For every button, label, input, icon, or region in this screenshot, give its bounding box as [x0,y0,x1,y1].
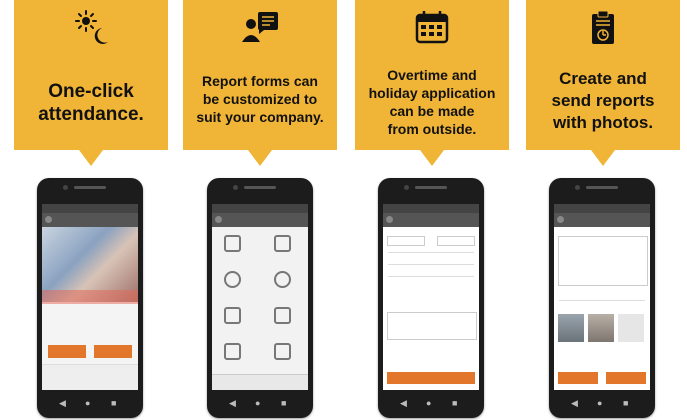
home-icon[interactable]: ● [426,398,431,408]
start-date-input[interactable] [387,236,425,246]
back-arrow-icon[interactable] [386,216,393,223]
search-icon [224,271,241,288]
menu-tile[interactable] [268,232,298,266]
bottom-tab-bar [42,364,138,390]
status-bar [383,204,479,213]
feature-overtime: Overtime and holiday application can be … [355,0,509,168]
android-nav-bar: ◀ ● ■ [549,390,655,418]
phone-attendance: ◀ ● ■ [37,178,143,418]
speaker-grille [244,186,276,189]
status-bar [212,204,308,213]
menu-tile[interactable] [218,232,248,266]
speaker-grille [74,186,106,189]
divider [388,276,474,277]
recent-apps-icon[interactable]: ■ [452,398,457,408]
back-icon[interactable]: ◀ [229,398,236,408]
photo-thumbnail[interactable] [558,314,584,342]
feature-report-forms: Report forms can be customized to suit y… [183,0,337,168]
phone-screen [42,204,138,390]
callout-box: Create and send reports with photos. [526,0,680,150]
submit-button[interactable] [387,372,475,384]
phone-overtime-form: ◀ ● ■ [378,178,484,418]
speaker-grille [586,186,618,189]
menu-tile[interactable] [268,304,298,338]
report-chat-icon [242,12,278,42]
menu-tile[interactable] [268,340,298,374]
clock-in-button[interactable] [48,345,86,358]
calendar-icon [274,235,291,252]
speaker-grille [415,186,447,189]
status-bar [42,204,138,213]
callout-pointer [420,150,444,166]
feature-text: One-click attendance. [38,81,144,125]
feature-photo-reports: Create and send reports with photos. [526,0,680,168]
back-icon[interactable]: ◀ [400,398,407,408]
menu-icon[interactable] [215,216,222,223]
callout-box: Report forms can be customized to suit y… [183,0,337,150]
status-strip [42,290,138,304]
phone-screen [212,204,308,390]
save-button[interactable] [558,372,598,384]
bottom-tab-bar [212,374,308,390]
app-bar [212,213,308,227]
android-nav-bar: ◀ ● ■ [207,390,313,418]
divider [559,300,645,301]
photo-thumbnail[interactable] [618,314,644,342]
list-icon [274,307,291,324]
send-button[interactable] [606,372,646,384]
report-icon [274,343,291,360]
back-icon[interactable]: ◀ [571,398,578,408]
callout-box: One-click attendance. [14,0,168,150]
divider [388,264,474,265]
recent-apps-icon[interactable]: ■ [111,398,116,408]
feature-text: Create and send reports with photos. [551,69,655,132]
callout-pointer [79,150,103,166]
status-bar [554,204,650,213]
callout-pointer [591,150,615,166]
reason-textarea[interactable] [387,312,477,340]
home-icon[interactable]: ● [597,398,602,408]
checklist-icon [224,235,241,252]
recent-apps-icon[interactable]: ■ [623,398,628,408]
callout-box: Overtime and holiday application can be … [355,0,509,150]
feature-text: Report forms can be customized to suit y… [196,73,324,125]
home-icon[interactable]: ● [85,398,90,408]
android-nav-bar: ◀ ● ■ [378,390,484,418]
menu-tile[interactable] [268,268,298,302]
feature-attendance: One-click attendance. [14,0,168,168]
app-bar [554,213,650,227]
menu-tile[interactable] [218,268,248,302]
document-icon [224,307,241,324]
callout-pointer [248,150,272,166]
clock-icon [274,271,291,288]
approve-icon [224,343,241,360]
phone-report-menu: ◀ ● ■ [207,178,313,418]
camera-icon [233,185,238,190]
back-arrow-icon[interactable] [557,216,564,223]
android-nav-bar: ◀ ● ■ [37,390,143,418]
clock-out-button[interactable] [94,345,132,358]
recent-apps-icon[interactable]: ■ [281,398,286,408]
menu-tile[interactable] [218,304,248,338]
calendar-icon [415,11,449,44]
menu-icon[interactable] [45,216,52,223]
phone-screen [554,204,650,390]
sun-moon-icon [75,10,108,44]
photo-thumbnail[interactable] [588,314,614,342]
clipboard-report-icon [592,10,614,44]
menu-tile[interactable] [218,340,248,374]
camera-icon [575,185,580,190]
camera-icon [404,185,409,190]
phone-screen [383,204,479,390]
app-bar [383,213,479,227]
back-icon[interactable]: ◀ [59,398,66,408]
phone-photo-report: ◀ ● ■ [549,178,655,418]
app-bar [42,213,138,227]
home-icon[interactable]: ● [255,398,260,408]
camera-icon [63,185,68,190]
report-body-textarea[interactable] [558,236,648,286]
divider [388,252,474,253]
feature-text: Overtime and holiday application can be … [368,67,496,137]
end-date-input[interactable] [437,236,475,246]
